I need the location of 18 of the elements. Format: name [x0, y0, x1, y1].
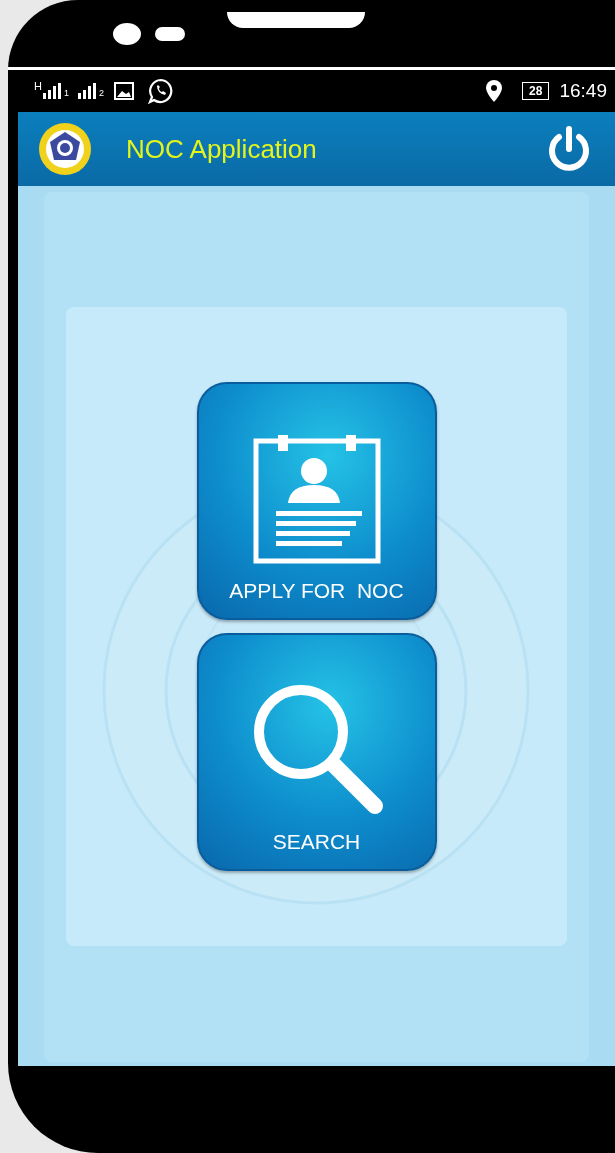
signal-icon — [41, 83, 64, 99]
speaker-icon — [227, 11, 365, 28]
sensor-icon — [155, 26, 185, 41]
sim-label: 2 — [98, 86, 104, 100]
network-label: H — [34, 80, 42, 92]
clock-time: 16:49 — [559, 78, 607, 103]
logo-icon — [38, 122, 92, 176]
app-title: NOC Application — [126, 132, 318, 166]
chat-icon — [148, 78, 174, 104]
id-card-icon — [251, 434, 382, 565]
image-icon — [114, 82, 134, 100]
location-icon — [486, 80, 503, 102]
sim-label: 1 — [63, 86, 69, 100]
battery-level: 28 — [522, 82, 550, 100]
signal-icon — [76, 83, 99, 99]
camera-icon — [113, 22, 141, 45]
apply-button[interactable]: APPLY FOR NOC — [196, 382, 437, 620]
search-button[interactable]: SEARCH — [196, 633, 437, 871]
